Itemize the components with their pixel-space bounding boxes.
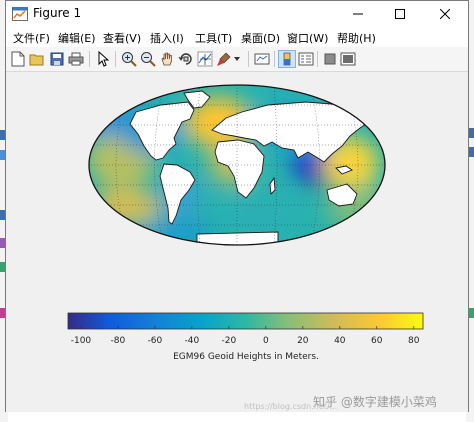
colorbar-tick-label: -80 (111, 336, 126, 346)
legend-icon (298, 52, 314, 66)
pan-button[interactable] (158, 50, 176, 68)
pan-icon (161, 52, 172, 66)
pointer-icon (98, 51, 109, 67)
zoom-out-button[interactable] (139, 50, 157, 68)
menu-view[interactable]: 查看(V) (103, 30, 141, 46)
toolbar-separator (89, 51, 90, 67)
menu-bar: 文件(F) 编辑(E) 查看(V) 插入(I) 工具(T) 桌面(D) 窗口(W… (6, 27, 468, 47)
menu-desktop[interactable]: 桌面(D) (241, 30, 280, 46)
menu-help[interactable]: 帮助(H) (337, 30, 376, 46)
rotate-3d-button[interactable] (177, 50, 195, 68)
maximize-button[interactable] (379, 1, 421, 27)
colorbar-label: EGM96 Geoid Heights in Meters. (173, 352, 319, 362)
menu-tools[interactable]: 工具(T) (195, 30, 232, 46)
data-cursor-button[interactable] (196, 50, 214, 68)
brush-icon (217, 52, 231, 66)
figure-window: Figure 1 文件(F) 编辑(E) 查看(V) 插入(I) 工具(T) 桌… (5, 0, 469, 412)
close-icon (440, 9, 450, 19)
open-file-icon (29, 54, 44, 66)
open-file-button[interactable] (28, 50, 46, 68)
toolbar-separator (115, 51, 116, 67)
colorbar-tick-label: -100 (71, 336, 92, 346)
colorbar-button[interactable] (278, 50, 296, 68)
menu-window[interactable]: 窗口(W) (287, 30, 328, 46)
geoid-map-figure: -100 -80 -60 -40 -20 0 20 40 60 80 EGM96 Geoid He… (67, 84, 424, 362)
zoom-out-icon (141, 52, 156, 67)
menu-edit[interactable]: 编辑(E) (58, 30, 96, 46)
close-button[interactable] (424, 1, 466, 27)
colorbar-tick-label: -20 (222, 336, 237, 346)
toolbar-separator (248, 51, 249, 67)
colorbar-tick-label: -60 (148, 336, 163, 346)
window-title: Figure 1 (33, 6, 82, 20)
zoom-in-button[interactable] (120, 50, 138, 68)
menu-insert[interactable]: 插入(I) (150, 30, 184, 46)
brush-dropdown[interactable] (232, 50, 242, 68)
watermark-url: https://blog.csdn.net/... (244, 402, 338, 411)
menu-file[interactable]: 文件(F) (13, 30, 50, 46)
rotate-3d-icon (178, 53, 192, 65)
colorbar (67, 312, 424, 330)
data-cursor-icon (197, 51, 213, 67)
print-icon (68, 52, 84, 66)
maximize-icon (395, 9, 405, 19)
print-button[interactable] (67, 50, 85, 68)
edit-plot-button[interactable] (94, 50, 112, 68)
dropdown-arrow-icon (234, 57, 240, 61)
figure-toolbar (6, 47, 468, 72)
save-button[interactable] (48, 50, 66, 68)
hide-plot-tools-icon (324, 53, 336, 65)
minimize-icon (353, 13, 363, 15)
show-plot-tools-icon (340, 52, 356, 66)
legend-button[interactable] (297, 50, 315, 68)
colorbar-tick-label: 0 (263, 336, 269, 346)
colorbar-tick-label: 20 (297, 336, 309, 346)
zoom-in-icon (122, 52, 137, 67)
toolbar-separator (274, 51, 275, 67)
minimize-button[interactable] (337, 1, 379, 27)
figure-canvas: -100 -80 -60 -40 -20 0 20 40 60 80 EGM96 Geoid He… (6, 72, 468, 412)
show-plot-tools-button[interactable] (339, 50, 357, 68)
brush-button[interactable] (215, 50, 233, 68)
new-figure-icon (11, 51, 25, 67)
colorbar-tick-label: 80 (408, 336, 420, 346)
toolbar-separator (317, 51, 318, 67)
colorbar-tick-label: 40 (334, 336, 346, 346)
title-bar[interactable]: Figure 1 (6, 1, 468, 27)
colorbar-tick-label: -40 (185, 336, 200, 346)
matlab-figure-icon (12, 7, 28, 21)
colorbar-icon (283, 52, 291, 66)
colorbar-tick-label: 60 (371, 336, 383, 346)
geoid-heatmap (89, 85, 385, 245)
save-icon (50, 52, 64, 66)
new-figure-button[interactable] (9, 50, 27, 68)
link-plot-icon (254, 53, 270, 65)
link-plot-button[interactable] (253, 50, 271, 68)
hide-plot-tools-button[interactable] (321, 50, 339, 68)
